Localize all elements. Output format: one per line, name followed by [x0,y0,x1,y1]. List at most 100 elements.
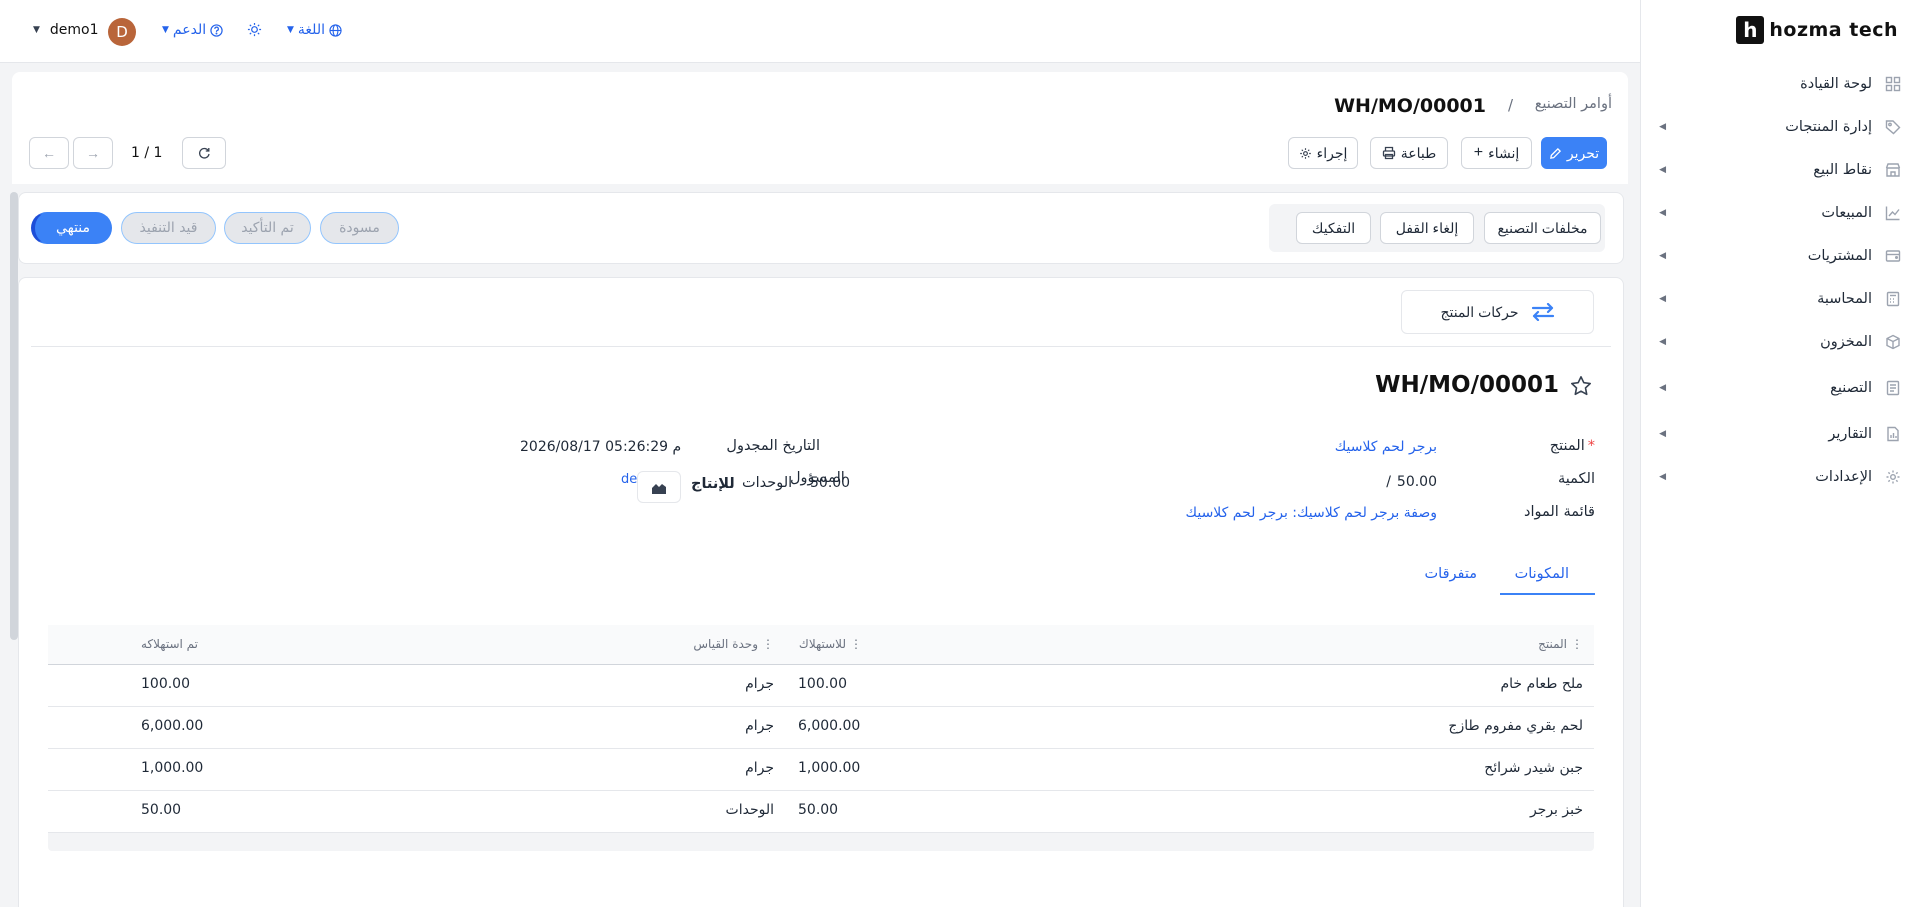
sidebar-item-products[interactable]: إدارة المنتجات ◀ [1640,112,1920,142]
sidebar-item-inventory[interactable]: المخزون ◀ [1640,327,1920,357]
product-value[interactable]: برجر لحم كلاسيك [1335,439,1437,455]
sidebar-item-label: لوحة القيادة [1800,76,1872,92]
sidebar-item-label: المبيعات [1821,205,1872,221]
caret-left-icon: ◀ [1659,383,1666,393]
scrollbar[interactable] [10,192,18,640]
cell-to-consume[interactable]: 6,000.00 [798,718,860,734]
grid-icon [1884,75,1902,93]
responsible-value[interactable]: de [621,472,637,487]
cell-consumed[interactable]: 100.00 [141,676,190,692]
calculator-icon [1884,290,1902,308]
cell-uom[interactable]: جرام [745,676,774,692]
theme-toggle[interactable] [247,22,262,37]
support-label: الدعم [172,22,207,38]
divider [31,346,1611,347]
sidebar-item-label: المحاسبة [1817,291,1872,307]
support-menu[interactable]: ▼ الدعم [162,22,223,38]
unbuild-button[interactable]: التفكيك [1296,212,1371,244]
cell-to-consume[interactable]: 50.00 [798,802,838,818]
tab-misc[interactable]: متفرقات [1425,566,1477,582]
units-label: الوحدات [742,475,793,491]
user-menu[interactable]: ▼ demo1 [33,22,99,38]
breadcrumb-separator: / [1507,96,1513,114]
bom-label: قائمة المواد [1524,504,1595,520]
caret-left-icon: ◀ [1659,122,1666,132]
caret-down-icon: ▼ [162,25,169,35]
column-header-product[interactable]: المنتج ⋮ [1538,637,1583,651]
tag-icon [1884,118,1902,136]
prev-record-button[interactable]: ← [29,137,69,169]
cell-product[interactable]: ملح طعام خام [1501,676,1584,692]
create-button[interactable]: + إنشاء [1461,137,1532,169]
language-menu[interactable]: ▼ اللغة [287,22,342,38]
sidebar-item-label: المخزون [1820,334,1872,350]
cell-to-consume[interactable]: 1,000.00 [798,760,860,776]
column-header-uom[interactable]: وحدة القياس ⋮ [693,637,774,651]
column-header-consumed[interactable]: تم استهلاكه [141,637,198,651]
cell-uom[interactable]: جرام [745,760,774,776]
avatar[interactable]: D [108,18,136,46]
cell-consumed[interactable]: 50.00 [141,802,181,818]
scrap-button[interactable]: مخلفات التصنيع [1484,212,1601,244]
sidebar-item-label: إدارة المنتجات [1785,119,1872,135]
cell-uom[interactable]: الوحدات [726,802,774,818]
trend-icon [1884,204,1902,222]
pencil-icon [1549,147,1562,160]
unlock-button[interactable]: إلغاء القفل [1380,212,1474,244]
cell-uom[interactable]: جرام [745,718,774,734]
caret-down-icon: ▼ [33,25,40,35]
caret-left-icon: ◀ [1659,251,1666,261]
product-moves-button[interactable]: حركات المنتج [1401,290,1594,334]
cell-product[interactable]: خبز برجر [1530,802,1583,818]
user-name: demo1 [49,22,99,38]
caret-left-icon: ◀ [1659,294,1666,304]
stage-confirmed[interactable]: تم التأكيد [224,212,311,244]
column-header-to-consume[interactable]: للاستهلاك ⋮ [799,637,862,651]
sidebar-item-label: الإعدادات [1815,469,1872,485]
sidebar-item-settings[interactable]: الإعدادات ◀ [1640,462,1920,492]
cell-product[interactable]: جبن شيدر شرائح [1484,760,1583,776]
bom-value[interactable]: وصفة برجر لحم كلاسيك: برجر لحم كلاسيك [1186,505,1437,521]
cell-consumed[interactable]: 1,000.00 [141,760,203,776]
print-button[interactable]: طباعة [1370,137,1448,169]
sort-icon: ⋮ [762,637,774,651]
sidebar-item-reports[interactable]: التقارير ◀ [1640,419,1920,449]
sidebar-item-pos[interactable]: نقاط البيع ◀ [1640,155,1920,185]
sidebar-item-sales[interactable]: المبيعات ◀ [1640,198,1920,228]
cell-product[interactable]: لحم بقري مفروم طازج [1448,718,1583,734]
store-icon [1884,161,1902,179]
transfer-icon [1531,303,1555,321]
stage-in-progress[interactable]: قيد التنفيذ [121,212,216,244]
sidebar-item-dashboard[interactable]: لوحة القيادة [1640,69,1920,99]
sidebar-item-purchases[interactable]: المشتريات ◀ [1640,241,1920,271]
tab-components[interactable]: المكونات [1515,566,1569,582]
scheduled-date-value[interactable]: 2026/08/17 05:26:29 م [520,439,681,455]
brand-logo[interactable]: h hozma tech [1736,16,1898,44]
quantity-separator: / [1386,474,1391,490]
next-record-button[interactable]: → [73,137,113,169]
report-icon [1884,425,1902,443]
quantity-value[interactable]: 50.00 [1397,474,1437,490]
star-icon[interactable] [1569,374,1593,402]
edit-button[interactable]: تحرير [1541,137,1607,169]
breadcrumb-parent[interactable]: أوامر التصنيع [1535,96,1612,112]
pager-value: 1 / 1 [131,145,163,161]
to-produce-value[interactable]: 50.00 [810,475,850,491]
cell-to-consume[interactable]: 100.00 [798,676,847,692]
record-title: WH/MO/00001 [1375,372,1559,398]
box-icon [1884,333,1902,351]
cell-consumed[interactable]: 6,000.00 [141,718,203,734]
caret-left-icon: ◀ [1659,337,1666,347]
action-button[interactable]: إجراء [1288,137,1358,169]
refresh-button[interactable] [182,137,226,169]
forecast-report-button[interactable] [637,471,681,503]
stage-draft[interactable]: مسودة [320,212,399,244]
scheduled-date-label: التاريخ المجدول [726,438,820,454]
sidebar-item-accounting[interactable]: المحاسبة ◀ [1640,284,1920,314]
row-divider [48,790,1594,791]
sidebar-item-manufacturing[interactable]: التصنيع ◀ [1640,373,1920,403]
refresh-icon [197,146,211,160]
document-icon [1884,379,1902,397]
row-divider [48,706,1594,707]
stage-done[interactable]: منتهي [31,212,112,244]
